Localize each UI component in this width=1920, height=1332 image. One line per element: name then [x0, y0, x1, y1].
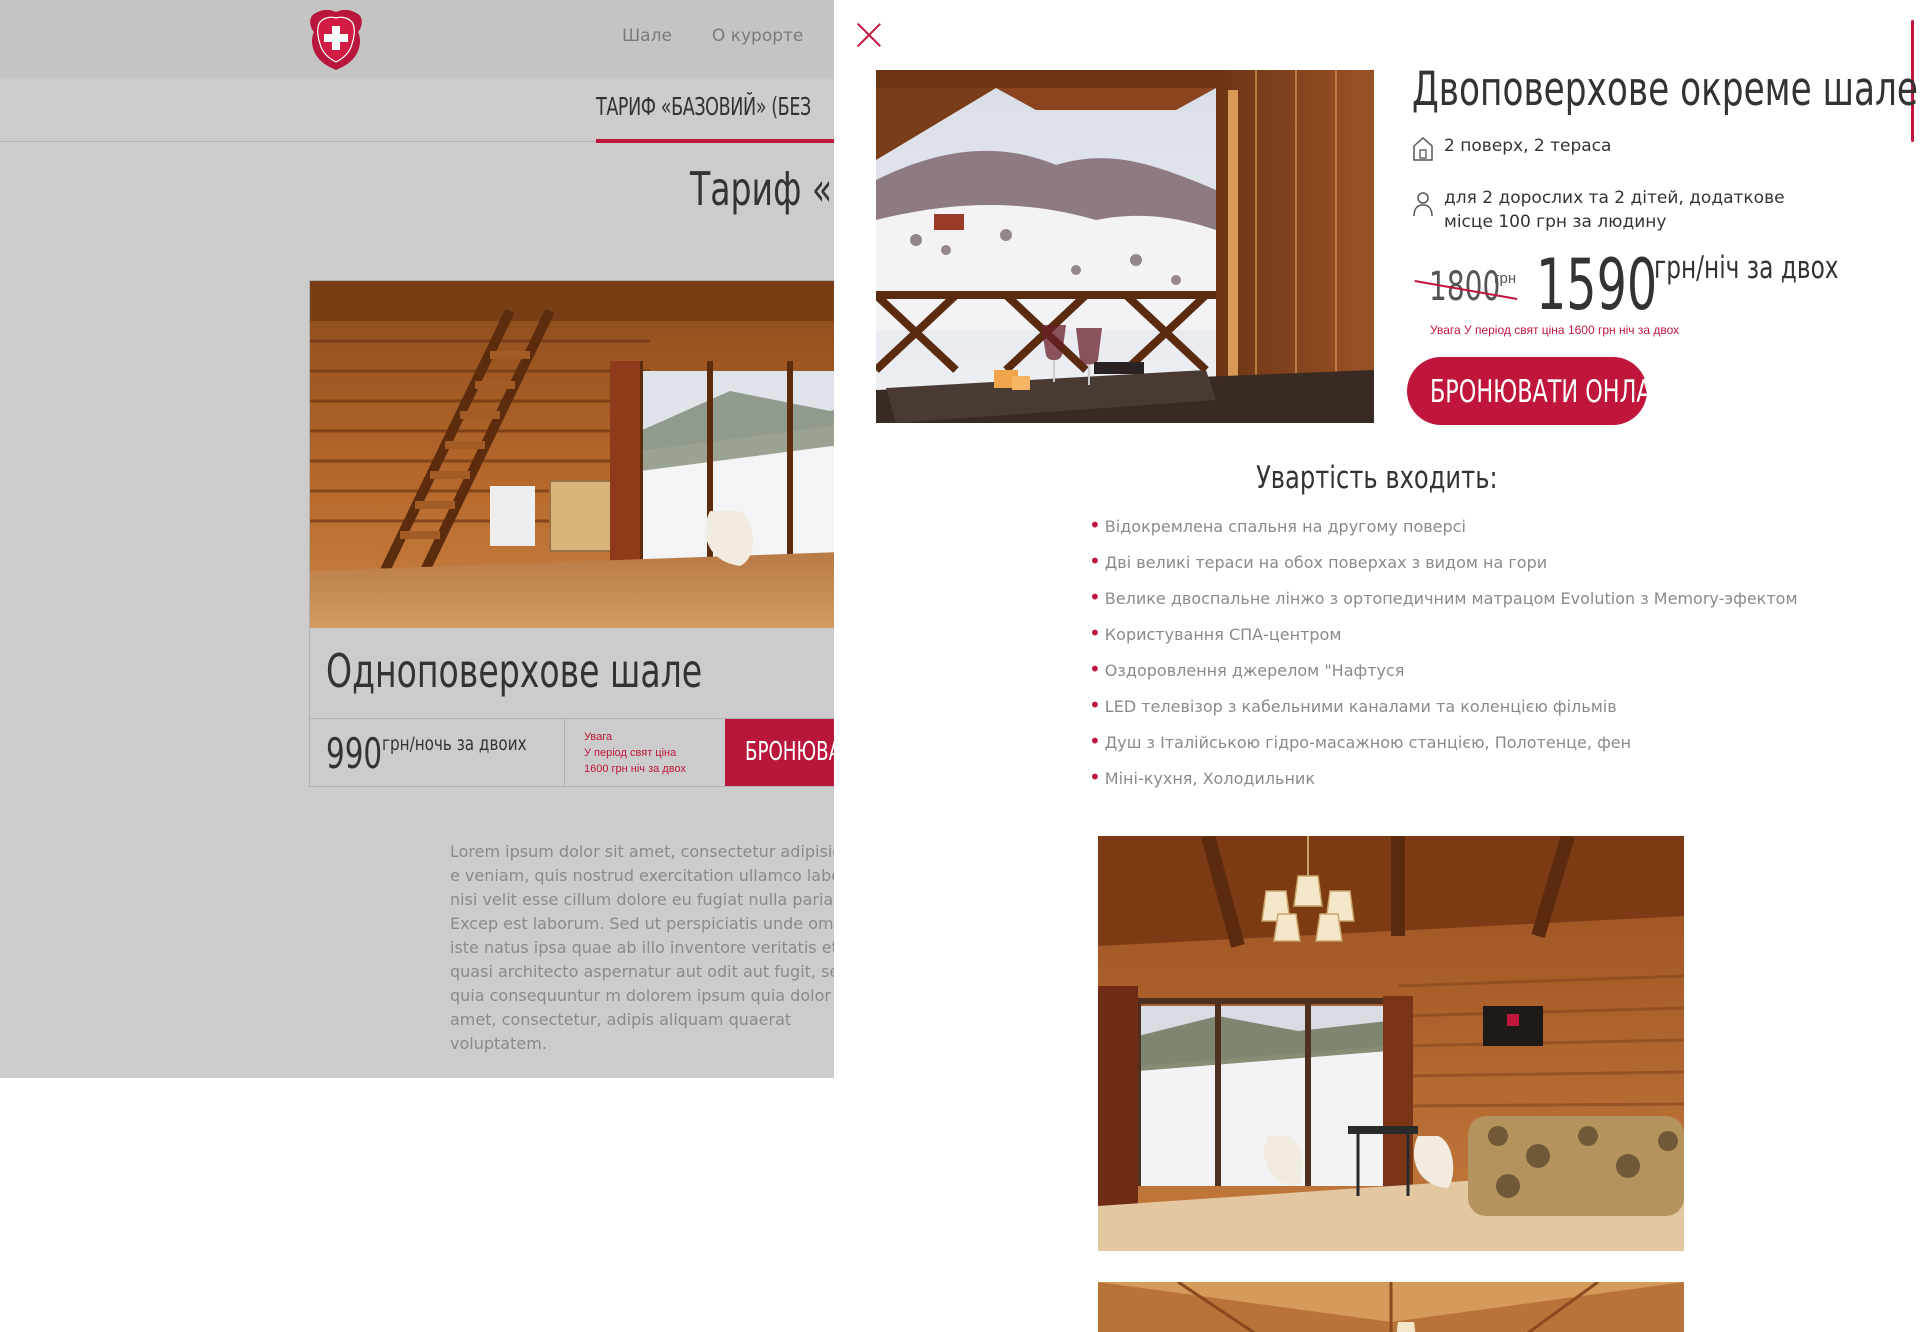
tariff-heading: Тариф «Б — [690, 162, 834, 216]
list-item: Дві великі тераси на обох поверхах з вид… — [1089, 549, 1798, 585]
card-note-line2: 1600 грн ніч за двох — [584, 763, 686, 775]
chalet-photo[interactable] — [310, 281, 834, 628]
feature-floors: 2 поверх, 2 тераса — [1412, 136, 1611, 162]
old-price: 1800 — [1429, 264, 1501, 310]
card-note-title: Увага — [584, 731, 613, 743]
chalet-ceiling-photo[interactable] — [1098, 1282, 1684, 1332]
chalet-name: Одноповерхове шале — [326, 644, 703, 698]
list-item: Міні-кухня, Холодильник — [1089, 765, 1798, 801]
list-item: Душ з Італійською гідро-масажною станціє… — [1089, 729, 1798, 765]
nav-item-resort[interactable]: О курорте — [712, 26, 803, 46]
chalet-title: Двоповерхове окреме шале — [1412, 62, 1919, 117]
chalet-modal: Двоповерхове окреме шале 2 поверх, 2 тер… — [834, 0, 1920, 1332]
book-online-button[interactable]: БРОНЮВАТИ ОНЛАЙН — [1407, 357, 1647, 425]
card-price-block: 990 грн/ночь за двоих Увага У період свя… — [310, 718, 834, 787]
list-item: Користування СПА-центром — [1089, 621, 1798, 657]
includes-title-text: Увартість входить: — [1256, 460, 1498, 496]
list-item: LED телевізор з кабельними каналами та к… — [1089, 693, 1798, 729]
card-book-button[interactable]: БРОНЮВАТИ — [725, 719, 834, 786]
list-item: Відокремлена спальня на другому поверсі — [1089, 513, 1798, 549]
card-price: 990 — [326, 729, 383, 778]
person-icon — [1413, 192, 1433, 217]
card-note-line1: У період свят ціна — [584, 747, 677, 759]
card-book-label: БРОНЮВАТИ — [745, 737, 834, 767]
chalet-card: Одноповерхове шале 990 грн/ночь за двоих… — [309, 280, 834, 787]
list-item: Велике двоспальне лінжо з ортопедичним м… — [1089, 585, 1798, 621]
nav-item-chalets[interactable]: Шале — [622, 26, 672, 46]
house-icon — [1413, 136, 1433, 161]
includes-title: Увартість входить: — [834, 460, 1920, 496]
new-price: 1590 — [1536, 244, 1658, 326]
includes-list: Відокремлена спальня на другому поверсі … — [1089, 513, 1798, 801]
background-page: Шале О курорте П ТАРИФ «БАЗОВИЙ» (БЕЗ Та… — [0, 0, 834, 1078]
book-online-label: БРОНЮВАТИ ОНЛАЙН — [1430, 374, 1647, 410]
close-icon[interactable] — [856, 22, 882, 48]
chalet-main-photo[interactable] — [876, 70, 1374, 423]
holiday-price-note: Увага У період свят ціна 1600 грн ніч за… — [1430, 323, 1680, 337]
list-item: Оздоровлення джерелом "Нафтуся — [1089, 657, 1798, 693]
description-text: Lorem ipsum dolor sit amet, consectetur … — [450, 842, 834, 1053]
logo-shield-icon[interactable] — [306, 8, 366, 70]
new-price-unit: грн/ніч за двох — [1654, 250, 1839, 286]
card-holiday-note: Увага У період свят ціна 1600 грн ніч за… — [564, 719, 724, 786]
floors-text: 2 поверх, 2 тераса — [1444, 136, 1612, 156]
card-price-unit: грн/ночь за двоих — [382, 733, 527, 755]
main-nav: Шале О курорте П — [622, 26, 834, 46]
feature-guests: для 2 дорослих та 2 дітей, додаткове міс… — [1412, 186, 1792, 234]
chalet-interior-photo[interactable] — [1098, 836, 1684, 1251]
guests-text: для 2 дорослих та 2 дітей, додаткове міс… — [1444, 188, 1785, 232]
tab-tariff-basic[interactable]: ТАРИФ «БАЗОВИЙ» (БЕЗ — [596, 92, 834, 143]
old-price-currency: грн — [1494, 270, 1517, 287]
site-header: Шале О курорте П — [0, 0, 834, 78]
tariff-tabs: ТАРИФ «БАЗОВИЙ» (БЕЗ — [0, 78, 834, 143]
